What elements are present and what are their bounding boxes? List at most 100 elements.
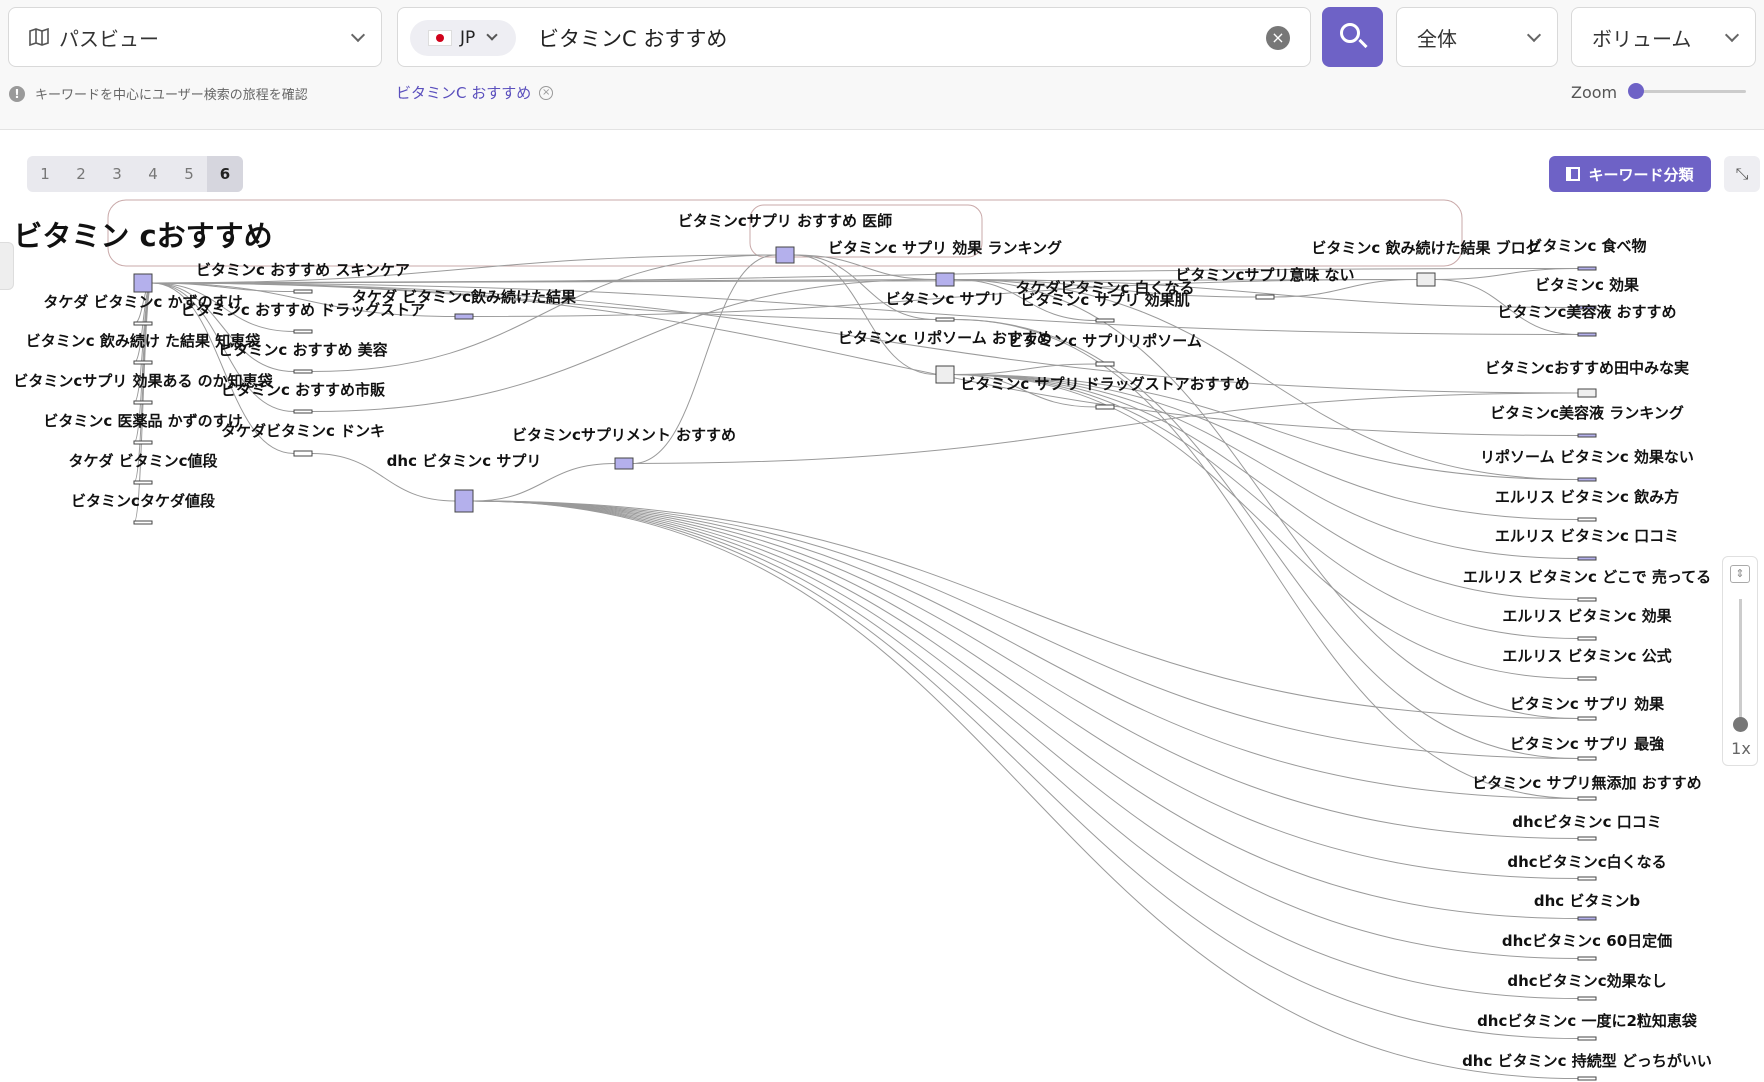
- keyword-node-label[interactable]: タケダ ビタミンc飲み続けた結果: [352, 288, 577, 306]
- keyword-node[interactable]: [293, 450, 313, 457]
- keyword-node[interactable]: [1416, 272, 1436, 287]
- keyword-node-label[interactable]: エルリス ビタミンc どこで 売ってる: [1463, 568, 1711, 586]
- japan-flag-icon: [428, 30, 452, 46]
- keyword-node-label[interactable]: タケダ ビタミンc値段: [68, 452, 217, 470]
- keyword-node[interactable]: [454, 313, 474, 320]
- keyword-node-label[interactable]: エルリス ビタミンc 飲み方: [1495, 488, 1679, 506]
- graph-edge: [953, 374, 1579, 639]
- keyword-node[interactable]: [1577, 388, 1597, 398]
- keyword-node-label[interactable]: ビタミンc 飲み続けた結果 ブログ: [1311, 239, 1540, 257]
- search-button[interactable]: [1322, 7, 1383, 67]
- keyword-node-label[interactable]: ビタミンc おすすめ 美容: [218, 341, 387, 359]
- root-keyword-label[interactable]: ビタミン cおすすめ: [13, 219, 272, 253]
- keyword-node[interactable]: [1577, 876, 1597, 881]
- keyword-node[interactable]: [935, 272, 955, 287]
- keyword-node-label[interactable]: dhc ビタミンb: [1534, 892, 1641, 910]
- keyword-node-label[interactable]: ビタミンc美容液 ランキング: [1490, 404, 1684, 422]
- keyword-node-label[interactable]: ビタミンc 食べ物: [1527, 237, 1646, 255]
- keyword-node[interactable]: [1577, 477, 1597, 482]
- keyword-node[interactable]: [1095, 404, 1115, 410]
- keyword-node-label[interactable]: ビタミンc おすすめ スキンケア: [196, 261, 410, 279]
- keyword-node-label[interactable]: ビタミンc おすすめ市販: [221, 381, 386, 399]
- keyword-node-label[interactable]: ビタミンc サプリ ドラッグストアおすすめ: [960, 375, 1249, 393]
- keyword-node[interactable]: [1577, 836, 1597, 841]
- keyword-node[interactable]: [133, 520, 153, 525]
- keyword-node[interactable]: [1577, 556, 1597, 561]
- keyword-node[interactable]: [1577, 433, 1597, 438]
- keyword-node[interactable]: [1577, 517, 1597, 522]
- keyword-node-label[interactable]: ビタミンcサプリ意味 ない: [1175, 266, 1354, 284]
- keyword-node[interactable]: [935, 317, 955, 322]
- keyword-node-label[interactable]: ビタミンc 効果: [1535, 276, 1640, 294]
- keyword-node[interactable]: [1577, 1076, 1597, 1081]
- keyword-node-label[interactable]: dhcビタミンc効果なし: [1507, 972, 1666, 990]
- keyword-node[interactable]: [1577, 597, 1597, 602]
- keyword-node[interactable]: [454, 489, 474, 513]
- keyword-node[interactable]: [1577, 956, 1597, 961]
- keyword-node[interactable]: [133, 400, 153, 405]
- chevron-down-icon: [1724, 27, 1740, 43]
- keyword-node[interactable]: [133, 273, 153, 293]
- keyword-node-label[interactable]: ビタミンc 医薬品 かずのすけ: [43, 412, 242, 430]
- keyword-node-label[interactable]: エルリス ビタミンc 公式: [1502, 647, 1671, 665]
- keyword-node[interactable]: [133, 440, 153, 445]
- keyword-node[interactable]: [1095, 361, 1115, 367]
- keyword-node-label[interactable]: ビタミンc美容液 おすすめ: [1497, 303, 1676, 321]
- keyword-node[interactable]: [293, 289, 313, 294]
- keyword-node[interactable]: [614, 457, 634, 470]
- keyword-chip[interactable]: ビタミンC おすすめ ×: [396, 82, 554, 103]
- keyword-node-label[interactable]: エルリス ビタミンc 口コミ: [1495, 527, 1679, 545]
- keyword-node-label[interactable]: リポソーム ビタミンc 効果ない: [1480, 448, 1694, 466]
- keyword-node[interactable]: [1577, 996, 1597, 1001]
- keyword-node-label[interactable]: dhc ビタミンc 持続型 どっちがいい: [1462, 1052, 1712, 1070]
- keyword-node[interactable]: [1095, 318, 1115, 323]
- keyword-node-label[interactable]: ビタミンcタケダ値段: [71, 492, 215, 510]
- keyword-node-label[interactable]: dhcビタミンc 一度に2粒知恵袋: [1477, 1012, 1698, 1030]
- zoom-label: Zoom: [1571, 83, 1618, 102]
- remove-chip-icon[interactable]: ×: [539, 85, 554, 100]
- keyword-node-label[interactable]: ビタミンc サプリ無添加 おすすめ: [1472, 774, 1701, 792]
- keyword-node-label[interactable]: ビタミンcサプリメント おすすめ: [512, 426, 736, 444]
- keyword-node[interactable]: [1577, 756, 1597, 761]
- keyword-node-label[interactable]: ビタミンcサプリ おすすめ 医師: [678, 212, 892, 230]
- keyword-node-label[interactable]: ビタミンc サプリ 最強: [1510, 735, 1664, 753]
- country-select[interactable]: JP: [410, 20, 516, 56]
- scope-select[interactable]: 全体: [1396, 7, 1558, 67]
- keyword-node[interactable]: [775, 246, 795, 264]
- keyword-node-label[interactable]: dhc ビタミンc サプリ: [387, 452, 542, 470]
- keyword-node[interactable]: [1577, 916, 1597, 921]
- keyword-node[interactable]: [935, 365, 955, 384]
- keyword-node[interactable]: [1577, 716, 1597, 721]
- view-select[interactable]: パスビュー: [8, 7, 382, 67]
- sort-select[interactable]: ボリューム: [1571, 7, 1756, 67]
- keyword-node[interactable]: [1577, 266, 1597, 271]
- zoom-slider[interactable]: [1632, 90, 1746, 93]
- keyword-node-label[interactable]: エルリス ビタミンc 効果: [1502, 607, 1672, 625]
- keyword-node[interactable]: [1577, 332, 1597, 337]
- keyword-node[interactable]: [133, 360, 153, 365]
- keyword-node[interactable]: [293, 409, 313, 414]
- keyword-node[interactable]: [133, 321, 153, 326]
- search-input[interactable]: [538, 18, 1238, 58]
- keyword-node[interactable]: [133, 480, 153, 485]
- keyword-node-label[interactable]: ビタミンc サプリ: [885, 290, 1004, 308]
- keyword-node-label[interactable]: dhcビタミンc 60日定価: [1502, 932, 1672, 950]
- keyword-node[interactable]: [1577, 636, 1597, 641]
- zoom-slider-thumb[interactable]: [1628, 83, 1644, 99]
- keyword-node[interactable]: [1255, 294, 1275, 300]
- keyword-node[interactable]: [293, 369, 313, 374]
- keyword-node[interactable]: [1577, 676, 1597, 681]
- keyword-node[interactable]: [1577, 796, 1597, 801]
- keyword-node-label[interactable]: ビタミンc サプリ 効果 ランキング: [828, 239, 1062, 257]
- keyword-node-label[interactable]: ビタミンc サプリ 効果: [1510, 695, 1665, 713]
- keyword-node[interactable]: [1577, 1036, 1597, 1041]
- clear-search-icon[interactable]: ×: [1266, 26, 1290, 50]
- keyword-node-label[interactable]: dhcビタミンc 口コミ: [1512, 813, 1661, 831]
- keyword-node-label[interactable]: ビタミンcおすすめ田中みな実: [1485, 359, 1689, 377]
- keyword-node-label[interactable]: dhcビタミンc白くなる: [1507, 853, 1666, 871]
- keyword-node-label[interactable]: ビタミンc サプリ 効果肌: [1020, 291, 1189, 309]
- keyword-node[interactable]: [293, 329, 313, 334]
- keyword-node-label[interactable]: ビタミンc サプリリポソーム: [1008, 332, 1202, 350]
- keyword-node-label[interactable]: タケダビタミンc ドンキ: [221, 422, 385, 440]
- graph-edge: [472, 500, 1579, 1039]
